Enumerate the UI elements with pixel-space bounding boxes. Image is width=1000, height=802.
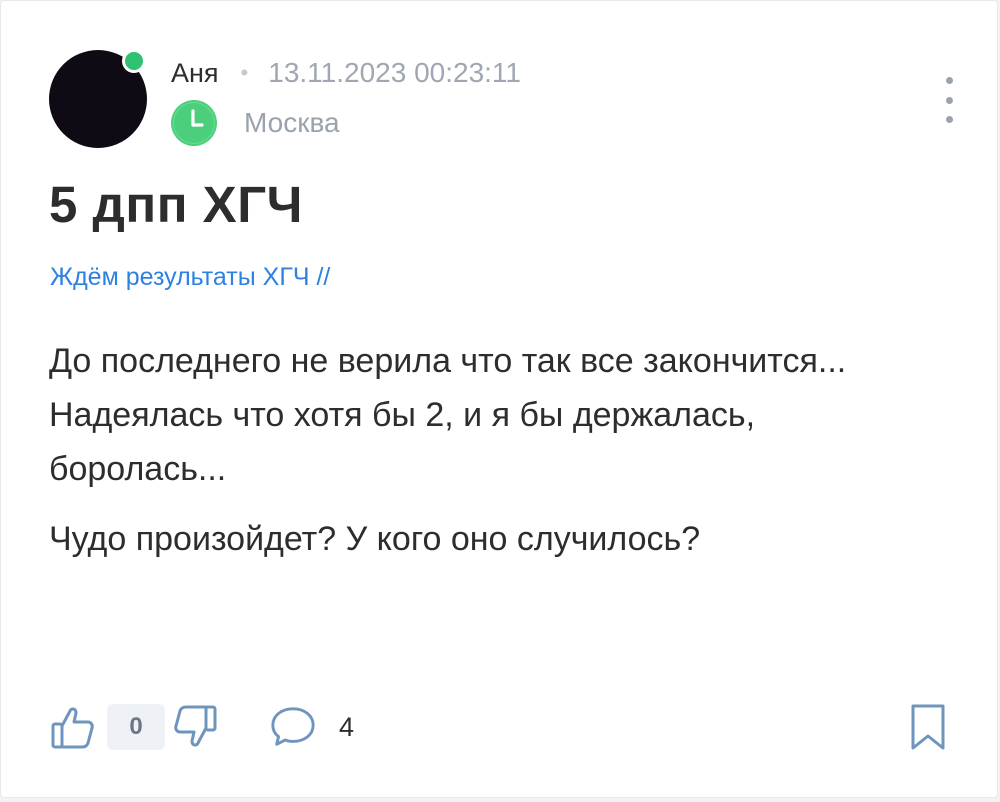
online-status-indicator <box>122 49 146 73</box>
more-vertical-icon-dot <box>945 96 953 104</box>
meta-separator: • <box>240 60 249 85</box>
bookmark-button[interactable] <box>905 701 951 753</box>
post-title: 5 дпп ХГЧ <box>49 176 303 233</box>
post-meta: Аня • 13.11.2023 00:23:11 <box>171 56 521 90</box>
location-row: Москва <box>170 98 340 148</box>
post-datetime: 13.11.2023 00:23:11 <box>268 57 522 88</box>
speech-bubble-icon <box>271 707 315 746</box>
comment-count: 4 <box>339 711 355 742</box>
more-menu-button[interactable] <box>931 77 967 123</box>
score-count: 0 <box>107 704 165 750</box>
author-avatar[interactable] <box>49 49 147 148</box>
clock-icon <box>170 99 218 147</box>
dislike-button[interactable] <box>171 701 219 753</box>
thumb-up-icon <box>51 707 94 749</box>
post-actions: 0 4 <box>49 699 354 755</box>
thumb-down-icon <box>174 705 217 747</box>
body-paragraph: Чудо произойдет? У кого оно случилось? <box>49 520 701 558</box>
post-body: До последнего не верила что так все зако… <box>49 334 929 566</box>
comments-button[interactable] <box>269 701 317 753</box>
more-vertical-icon <box>945 77 953 84</box>
author-name[interactable]: Аня <box>171 58 219 89</box>
post-card: Аня • 13.11.2023 00:23:11 Москва 5 дпп Х… <box>0 0 998 798</box>
body-paragraph: До последнего не верила что так все зако… <box>49 342 847 488</box>
more-vertical-icon-dot <box>945 116 953 123</box>
bookmark-icon <box>911 704 945 750</box>
like-button[interactable] <box>49 701 97 753</box>
location-city: Москва <box>244 107 340 138</box>
topic-link[interactable]: Ждём результаты ХГЧ // <box>50 263 330 292</box>
